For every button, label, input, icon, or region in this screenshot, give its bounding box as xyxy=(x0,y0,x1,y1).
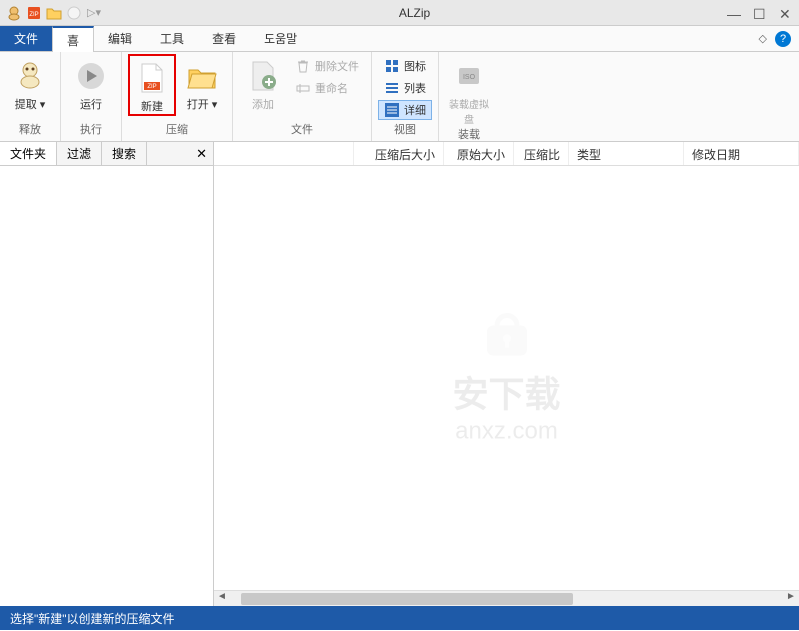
close-button[interactable]: ✕ xyxy=(779,6,793,20)
svg-text:ZIP: ZIP xyxy=(147,84,156,90)
sidebar-tab-filter[interactable]: 过滤 xyxy=(57,142,102,165)
menu-home[interactable]: 喜 xyxy=(52,26,94,52)
main-panel: 压缩后大小 原始大小 压缩比 类型 修改日期 安下载 anxz.com ◄ ► xyxy=(214,142,799,606)
titlebar: ZIP ▷▾ ALZip — ☐ ✕ xyxy=(0,0,799,26)
view-list-button[interactable]: 列表 xyxy=(378,78,432,98)
extract-button[interactable]: 提取 ▾ xyxy=(6,54,54,112)
horizontal-scrollbar[interactable]: ◄ ► xyxy=(214,590,799,606)
minimize-button[interactable]: — xyxy=(727,6,741,20)
scroll-thumb[interactable] xyxy=(241,593,573,605)
sidebar-close-button[interactable]: ✕ xyxy=(190,142,213,165)
play-dropdown-icon[interactable]: ▷▾ xyxy=(86,5,102,21)
add-button[interactable]: 添加 xyxy=(239,54,287,112)
mascot-icon[interactable] xyxy=(66,5,82,21)
scroll-left-arrow[interactable]: ◄ xyxy=(214,591,230,607)
col-ratio[interactable]: 压缩比 xyxy=(514,142,569,165)
statusbar: 选择"新建"以创建新的压缩文件 xyxy=(0,606,799,630)
ribbon-group-file: 添加 删除文件 重命名 文件 xyxy=(233,52,372,141)
sidebar-body xyxy=(0,166,213,606)
folder-icon[interactable] xyxy=(46,5,62,21)
menubar: 文件 喜 编辑 工具 查看 도움말 ◇ ? xyxy=(0,26,799,52)
svg-text:ISO: ISO xyxy=(463,74,476,81)
rename-icon xyxy=(295,80,311,96)
open-button[interactable]: 打开 ▾ xyxy=(178,54,226,112)
trash-icon xyxy=(295,58,311,74)
menu-edit[interactable]: 编辑 xyxy=(94,26,146,51)
collapse-ribbon-icon[interactable]: ◇ xyxy=(759,32,767,45)
col-compressed[interactable]: 压缩后大小 xyxy=(354,142,444,165)
view-icons-button[interactable]: 图标 xyxy=(378,56,432,76)
svg-text:ZIP: ZIP xyxy=(29,12,38,18)
menu-tools[interactable]: 工具 xyxy=(146,26,198,51)
new-button[interactable]: ZIP 新建 xyxy=(128,54,176,116)
ribbon-group-compress: ZIP 新建 打开 ▾ 压缩 xyxy=(122,52,233,141)
menu-view[interactable]: 查看 xyxy=(198,26,250,51)
ribbon-group-view: 图标 列表 详细 视图 xyxy=(372,52,439,141)
rename-button[interactable]: 重命名 xyxy=(289,78,365,98)
app-icon xyxy=(6,5,22,21)
menu-file[interactable]: 文件 xyxy=(0,26,52,51)
scroll-right-arrow[interactable]: ► xyxy=(783,591,799,607)
ribbon: 提取 ▾ 释放 运行 执行 ZIP 新建 打开 ▾ 压缩 xyxy=(0,52,799,142)
sidebar-tab-search[interactable]: 搜索 xyxy=(102,142,147,165)
file-list-body: 安下载 anxz.com xyxy=(214,166,799,590)
zip-icon[interactable]: ZIP xyxy=(26,5,42,21)
window-title: ALZip xyxy=(102,6,727,20)
ribbon-group-release: 提取 ▾ 释放 xyxy=(0,52,61,141)
sidebar-tab-folder[interactable]: 文件夹 xyxy=(0,142,57,165)
mount-button[interactable]: ISO 装载虚拟盘 xyxy=(445,54,493,126)
details-icon xyxy=(384,102,400,118)
col-type[interactable]: 类型 xyxy=(569,142,684,165)
grid-icon xyxy=(384,58,400,74)
run-button[interactable]: 运行 xyxy=(67,54,115,112)
col-modified[interactable]: 修改日期 xyxy=(684,142,799,165)
status-text: 选择"新建"以创建新的压缩文件 xyxy=(10,610,175,627)
watermark: 安下载 anxz.com xyxy=(452,311,560,446)
ribbon-group-run: 运行 执行 xyxy=(61,52,122,141)
delete-button[interactable]: 删除文件 xyxy=(289,56,365,76)
content-area: 文件夹 过滤 搜索 ✕ 压缩后大小 原始大小 压缩比 类型 修改日期 安下载 a… xyxy=(0,142,799,606)
col-name[interactable] xyxy=(214,142,354,165)
maximize-button[interactable]: ☐ xyxy=(753,6,767,20)
col-original[interactable]: 原始大小 xyxy=(444,142,514,165)
sidebar: 文件夹 过滤 搜索 ✕ xyxy=(0,142,214,606)
help-icon[interactable]: ? xyxy=(775,31,791,47)
list-lines-icon xyxy=(384,80,400,96)
column-headers: 压缩后大小 原始大小 压缩比 类型 修改日期 xyxy=(214,142,799,166)
ribbon-group-mount: ISO 装载虚拟盘 装载 xyxy=(439,52,499,141)
view-details-button[interactable]: 详细 xyxy=(378,100,432,120)
menu-help[interactable]: 도움말 xyxy=(250,26,311,51)
